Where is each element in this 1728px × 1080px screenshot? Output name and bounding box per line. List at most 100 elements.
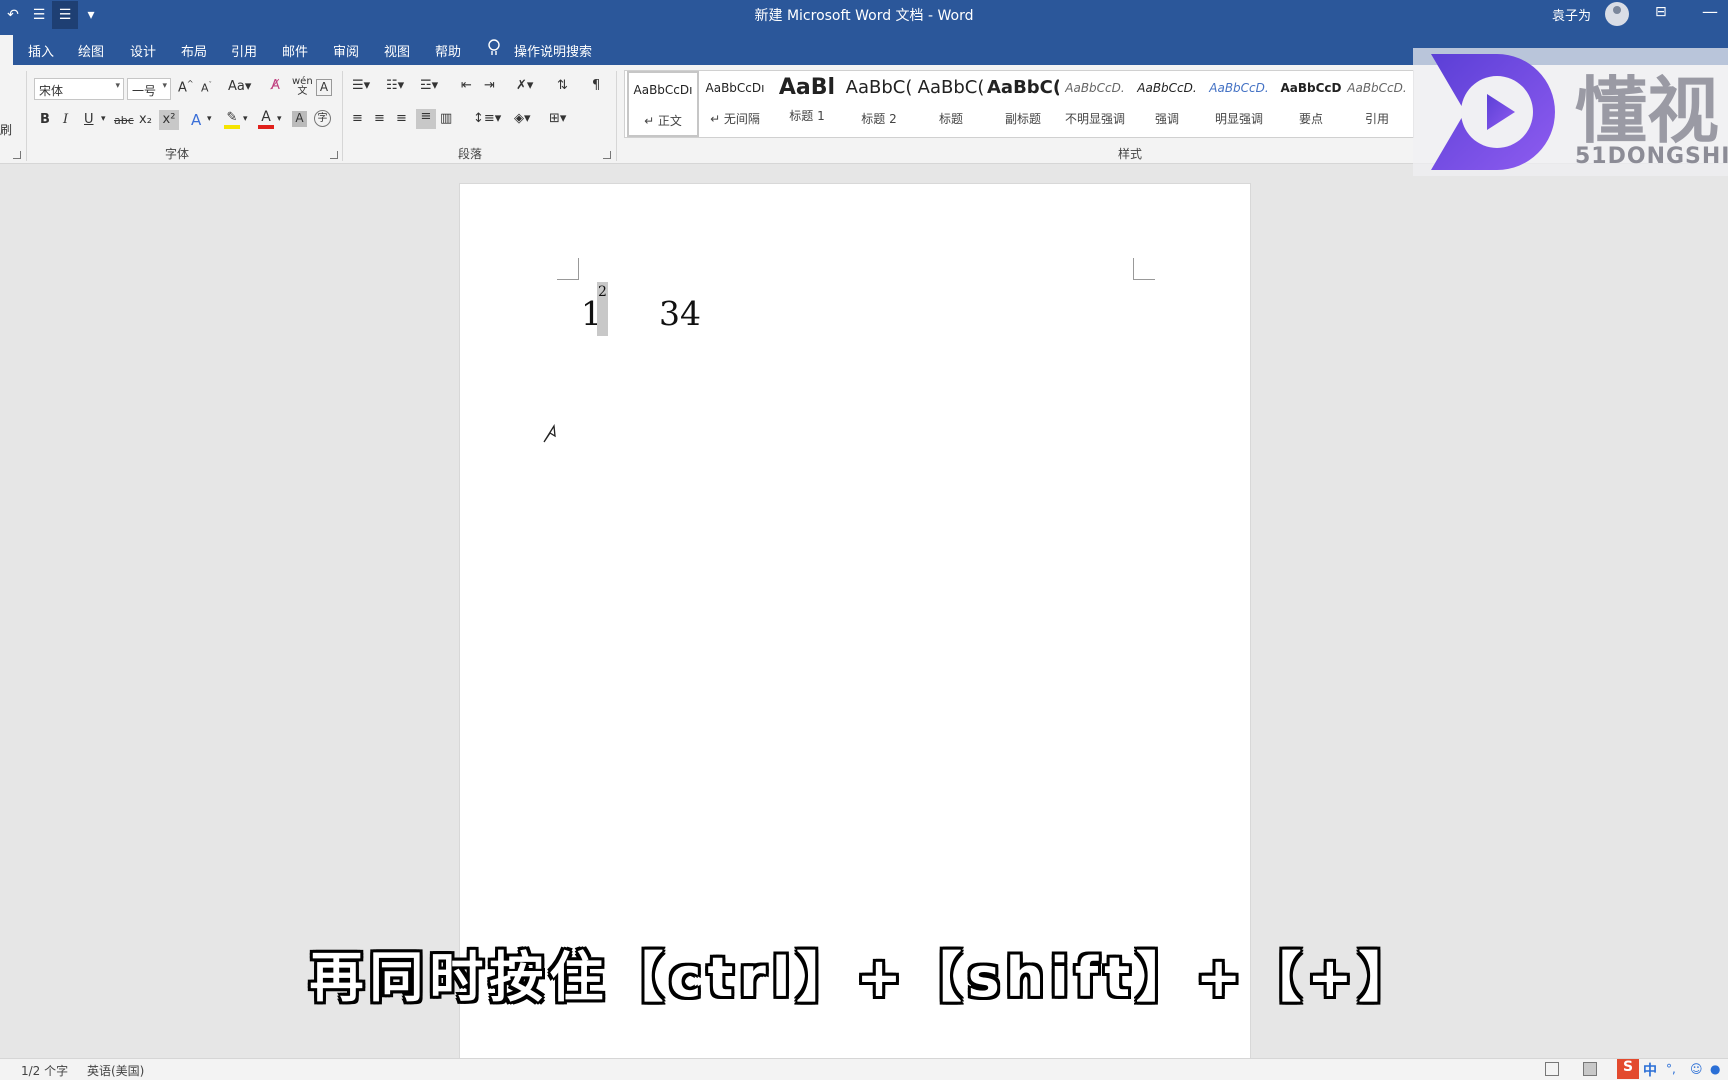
- font-name-combo[interactable]: 宋体 ▾: [34, 78, 124, 100]
- underline-button[interactable]: U: [84, 112, 94, 127]
- distributed-icon[interactable]: ▥: [440, 111, 452, 126]
- style-sample: AaBbCcD: [1280, 81, 1342, 95]
- shrink-font-icon[interactable]: Aˇ: [201, 81, 212, 95]
- bullets-icon[interactable]: ☰▾: [352, 78, 370, 93]
- play-logo-icon: [1431, 54, 1555, 170]
- underline-dropdown-icon[interactable]: ▾: [101, 114, 106, 124]
- style-subtitle[interactable]: AaBbC( 副标题: [987, 71, 1059, 137]
- read-mode-icon[interactable]: [1545, 1062, 1559, 1076]
- style-subtle-emphasis[interactable]: AaBbCcD. 不明显强调: [1059, 71, 1131, 137]
- style-intense-emphasis[interactable]: AaBbCcD. 明显强调: [1203, 71, 1275, 137]
- ime-mode[interactable]: 中: [1643, 1060, 1657, 1080]
- style-quote[interactable]: AaBbCcD. 引用: [1341, 71, 1413, 137]
- emoji-icon[interactable]: ☺: [1690, 1062, 1703, 1076]
- styles-group-label: 样式: [1118, 147, 1143, 161]
- font-color-icon[interactable]: A: [258, 109, 274, 129]
- decrease-indent-icon[interactable]: ⇤: [461, 78, 472, 93]
- tab-review[interactable]: 审阅: [333, 41, 359, 60]
- increase-indent-icon[interactable]: ⇥: [484, 78, 495, 93]
- document-page[interactable]: 1 2 34: [459, 183, 1251, 1059]
- character-border-icon[interactable]: A: [316, 79, 332, 96]
- microphone-icon[interactable]: ●: [1710, 1062, 1720, 1076]
- shading-icon[interactable]: ◈▾: [514, 111, 531, 126]
- strikethrough-button[interactable]: abc: [114, 114, 134, 127]
- watermark-subtext: 51DONGSHI.COM: [1575, 144, 1728, 169]
- align-right-icon[interactable]: ≡: [396, 111, 407, 126]
- style-heading-2[interactable]: AaBbC( 标题 2: [843, 71, 915, 137]
- show-marks-icon[interactable]: ¶: [592, 78, 600, 93]
- style-name: 标题: [938, 112, 963, 126]
- style-name: 强调: [1154, 112, 1179, 126]
- tab-view[interactable]: 视图: [384, 41, 410, 60]
- body-text: 34: [659, 294, 701, 333]
- avatar[interactable]: [1605, 2, 1629, 26]
- phonetic-guide-icon[interactable]: wén 文: [292, 77, 313, 97]
- document-text[interactable]: 1 2 34: [581, 282, 701, 336]
- word-count[interactable]: 1/2 个字: [21, 1062, 68, 1079]
- chevron-down-icon[interactable]: ▾: [277, 114, 282, 124]
- style-title[interactable]: AaBbC( 标题: [915, 71, 987, 137]
- asian-layout-icon[interactable]: ✗▾: [516, 78, 533, 93]
- title-bar: ↶ ☰ ☰ ▾ 新建 Microsoft Word 文档 - Word 袁子为 …: [0, 0, 1728, 30]
- justify-icon[interactable]: ≡: [416, 109, 436, 129]
- tab-help[interactable]: 帮助: [435, 41, 461, 60]
- tell-me-search[interactable]: 操作说明搜索: [514, 41, 592, 60]
- chevron-down-icon[interactable]: ▾: [243, 114, 248, 124]
- tab-home-stub[interactable]: [0, 35, 13, 65]
- tab-draw[interactable]: 绘图: [78, 41, 104, 60]
- tab-layout[interactable]: 布局: [181, 41, 207, 60]
- clipboard-launcher-icon[interactable]: [13, 151, 21, 159]
- language-indicator[interactable]: 英语(美国): [87, 1062, 144, 1079]
- print-layout-view-icon[interactable]: [1583, 1062, 1597, 1076]
- style-emphasis[interactable]: AaBbCcD. 强调: [1131, 71, 1203, 137]
- font-size-combo[interactable]: 一号 ▾: [127, 78, 171, 100]
- italic-button[interactable]: I: [63, 112, 68, 127]
- sogou-ime-icon[interactable]: S: [1617, 1059, 1639, 1079]
- style-sample: AaBbC(: [845, 77, 913, 98]
- align-left-icon[interactable]: ≡: [352, 111, 363, 126]
- highlight-icon[interactable]: ✎: [224, 110, 240, 129]
- bold-button[interactable]: B: [40, 112, 50, 127]
- numbering-icon[interactable]: ☷▾: [386, 78, 404, 93]
- minimize-button[interactable]: —: [1702, 2, 1718, 21]
- text-effects-icon[interactable]: A: [191, 111, 201, 129]
- superscript-button[interactable]: x²: [159, 110, 179, 130]
- style-strong[interactable]: AaBbCcD 要点: [1275, 71, 1347, 137]
- tab-references[interactable]: 引用: [231, 41, 257, 60]
- paragraph-launcher-icon[interactable]: [603, 151, 611, 159]
- character-shading-icon[interactable]: A: [292, 111, 307, 127]
- sort-icon[interactable]: ⇅: [557, 78, 568, 93]
- style-name: ↵ 正文: [644, 114, 682, 128]
- align-center-icon[interactable]: ≡: [374, 111, 385, 126]
- format-painter-stub[interactable]: 刷: [0, 121, 12, 138]
- multilevel-list-icon[interactable]: ☲▾: [420, 78, 438, 93]
- watermark-text: 懂视: [1575, 69, 1720, 153]
- lightbulb-icon: [488, 39, 500, 55]
- style-name: 要点: [1298, 112, 1323, 126]
- tab-mailings[interactable]: 邮件: [282, 41, 308, 60]
- line-spacing-icon[interactable]: ↕≡▾: [473, 111, 501, 126]
- borders-icon[interactable]: ⊞▾: [549, 111, 566, 126]
- style-no-spacing[interactable]: AaBbCcDı ↵ 无间隔: [699, 71, 771, 137]
- style-normal[interactable]: AaBbCcDı ↵ 正文: [627, 71, 699, 137]
- user-name[interactable]: 袁子为: [1552, 5, 1591, 24]
- style-sample: AaBbC(: [917, 77, 985, 98]
- style-heading-1[interactable]: AaBl 标题 1: [771, 71, 843, 137]
- font-launcher-icon[interactable]: [330, 151, 338, 159]
- change-case-icon[interactable]: Aa▾: [228, 79, 251, 94]
- style-name: 明显强调: [1214, 112, 1263, 126]
- style-name: 标题 1: [789, 109, 825, 123]
- margin-corner-mark: [1133, 258, 1155, 280]
- clear-formatting-icon[interactable]: A̸: [271, 78, 280, 93]
- style-name: 引用: [1364, 112, 1389, 126]
- enclose-character-icon[interactable]: 字: [314, 110, 331, 127]
- tab-design[interactable]: 设计: [130, 41, 156, 60]
- punctuation-icon[interactable]: °,: [1666, 1062, 1676, 1076]
- subscript-button[interactable]: x₂: [139, 112, 152, 127]
- font-name-value: 宋体: [39, 84, 64, 98]
- chevron-down-icon[interactable]: ▾: [207, 114, 212, 124]
- grow-font-icon[interactable]: A^: [178, 79, 194, 95]
- styles-gallery: AaBbCcDı ↵ 正文 AaBbCcDı ↵ 无间隔 AaBl 标题 1 A…: [624, 70, 1414, 138]
- tab-insert[interactable]: 插入: [28, 41, 54, 60]
- ribbon-display-icon[interactable]: ⊟: [1655, 4, 1667, 20]
